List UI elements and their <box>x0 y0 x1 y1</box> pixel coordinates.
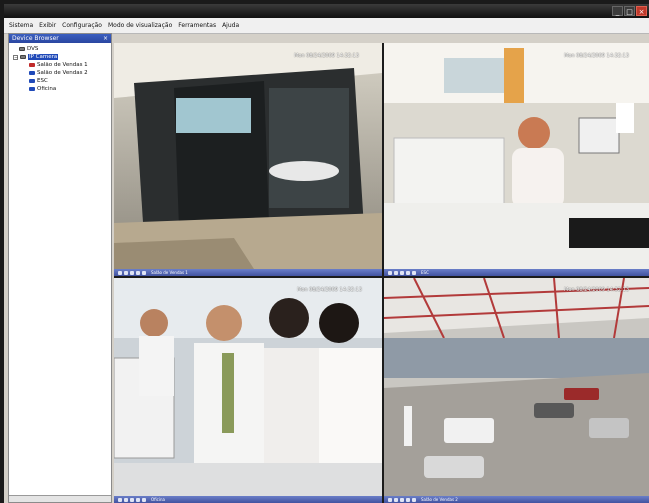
maximize-button[interactable]: □ <box>624 6 635 16</box>
camera-icon <box>29 87 35 91</box>
tree-item-label: IP Camera <box>28 54 59 60</box>
tree-item-label: Oficina <box>37 86 57 92</box>
camera-label: Salão de Vendas 2 <box>421 497 458 502</box>
ptz-icon[interactable] <box>136 497 140 502</box>
camera-icon <box>29 63 35 67</box>
title-bar: _ □ × <box>4 4 649 18</box>
camera-label: Salão de Vendas 1 <box>151 270 188 275</box>
camera-toolbar: Oficina <box>114 496 382 503</box>
showroom-feed-image <box>114 43 382 269</box>
audio-icon[interactable] <box>130 497 134 502</box>
menu-sistema[interactable]: Sistema <box>6 22 36 29</box>
window-controls: _ □ × <box>612 6 647 16</box>
snapshot-icon[interactable] <box>118 497 122 502</box>
record-icon[interactable] <box>394 497 398 502</box>
close-icon[interactable]: × <box>103 34 108 43</box>
camera-icon <box>29 71 35 75</box>
camera-tile-salao-1[interactable]: Mon 08/24/2009 14:32:13 Salão de Vendas … <box>114 43 382 276</box>
camera-toolbar: Salão de Vendas 2 <box>384 496 649 503</box>
operators-feed-image <box>114 278 382 496</box>
menu-bar: Sistema Exibir Configuração Modo de visu… <box>4 18 649 34</box>
tree-item-oficina[interactable]: Oficina <box>13 85 111 93</box>
settings-icon[interactable] <box>142 497 146 502</box>
ptz-icon[interactable] <box>136 270 140 275</box>
tree-item-salao-de-vendas-2[interactable]: Salão de Vendas 2 <box>13 69 111 77</box>
settings-icon[interactable] <box>412 270 416 275</box>
vms-client-window: _ □ × Sistema Exibir Configuração Modo d… <box>4 4 649 503</box>
tree-item-label: Salão de Vendas 1 <box>37 62 88 68</box>
camera-feed-office: Mon 08/24/2009 14:32:13 <box>384 43 649 269</box>
menu-modo-visualizacao[interactable]: Modo de visualização <box>105 22 175 29</box>
camera-toolbar: Salão de Vendas 1 <box>114 269 382 276</box>
audio-icon[interactable] <box>400 270 404 275</box>
settings-icon[interactable] <box>142 270 146 275</box>
audio-icon[interactable] <box>400 497 404 502</box>
settings-icon[interactable] <box>412 497 416 502</box>
camera-timestamp: Mon 08/24/2009 14:32:13 <box>564 287 629 293</box>
device-browser-panel: Device Browser × DVS − IP Camera Salão d… <box>8 33 112 503</box>
collapse-icon[interactable]: − <box>13 54 18 60</box>
tree-item-label: DVS <box>27 46 39 52</box>
camera-group-icon <box>20 55 26 59</box>
ptz-icon[interactable] <box>406 270 410 275</box>
device-browser-title: Device Browser <box>12 35 59 42</box>
office-feed-image <box>384 43 649 269</box>
close-button[interactable]: × <box>636 6 647 16</box>
camera-label: ESC <box>421 270 429 275</box>
snapshot-icon[interactable] <box>388 497 392 502</box>
camera-icon <box>29 79 35 83</box>
audio-icon[interactable] <box>130 270 134 275</box>
snapshot-icon[interactable] <box>118 270 122 275</box>
tree-item-salao-de-vendas-1[interactable]: Salão de Vendas 1 <box>13 61 111 69</box>
camera-timestamp: Mon 08/24/2009 14:32:13 <box>297 287 362 293</box>
camera-feed-garage: Mon 08/24/2009 14:32:13 <box>384 278 649 496</box>
device-browser-header: Device Browser × <box>9 34 111 43</box>
camera-timestamp: Mon 08/24/2009 14:32:13 <box>564 53 629 59</box>
tree-item-label: ESC <box>37 78 48 84</box>
record-icon[interactable] <box>124 497 128 502</box>
camera-tile-salao-2[interactable]: Mon 08/24/2009 14:32:13 Salão de Vendas … <box>384 278 649 503</box>
device-tree: DVS − IP Camera Salão de Vendas 1 Salão … <box>9 43 111 93</box>
record-icon[interactable] <box>394 270 398 275</box>
tree-item-dvs[interactable]: DVS <box>13 45 111 53</box>
camera-timestamp: Mon 08/24/2009 14:32:13 <box>294 53 359 59</box>
camera-feed-operators: Mon 08/24/2009 14:32:13 <box>114 278 382 496</box>
tree-item-ip-camera[interactable]: − IP Camera <box>13 53 111 61</box>
camera-grid: Mon 08/24/2009 14:32:13 Salão de Vendas … <box>114 43 649 503</box>
menu-configuracao[interactable]: Configuração <box>59 22 105 29</box>
menu-ferramentas[interactable]: Ferramentas <box>175 22 219 29</box>
minimize-button[interactable]: _ <box>612 6 623 16</box>
menu-ajuda[interactable]: Ajuda <box>219 22 242 29</box>
dvr-icon <box>19 47 25 51</box>
menu-exibir[interactable]: Exibir <box>36 22 59 29</box>
camera-tile-oficina[interactable]: Mon 08/24/2009 14:32:13 Oficina <box>114 278 382 503</box>
camera-feed-showroom: Mon 08/24/2009 14:32:13 <box>114 43 382 269</box>
camera-toolbar: ESC <box>384 269 649 276</box>
garage-feed-image <box>384 278 649 496</box>
tree-item-label: Salão de Vendas 2 <box>37 70 88 76</box>
ptz-icon[interactable] <box>406 497 410 502</box>
record-icon[interactable] <box>124 270 128 275</box>
camera-label: Oficina <box>151 497 165 502</box>
camera-tile-esc[interactable]: Mon 08/24/2009 14:32:13 ESC <box>384 43 649 276</box>
panel-status-strip <box>9 495 111 502</box>
snapshot-icon[interactable] <box>388 270 392 275</box>
tree-item-esc[interactable]: ESC <box>13 77 111 85</box>
